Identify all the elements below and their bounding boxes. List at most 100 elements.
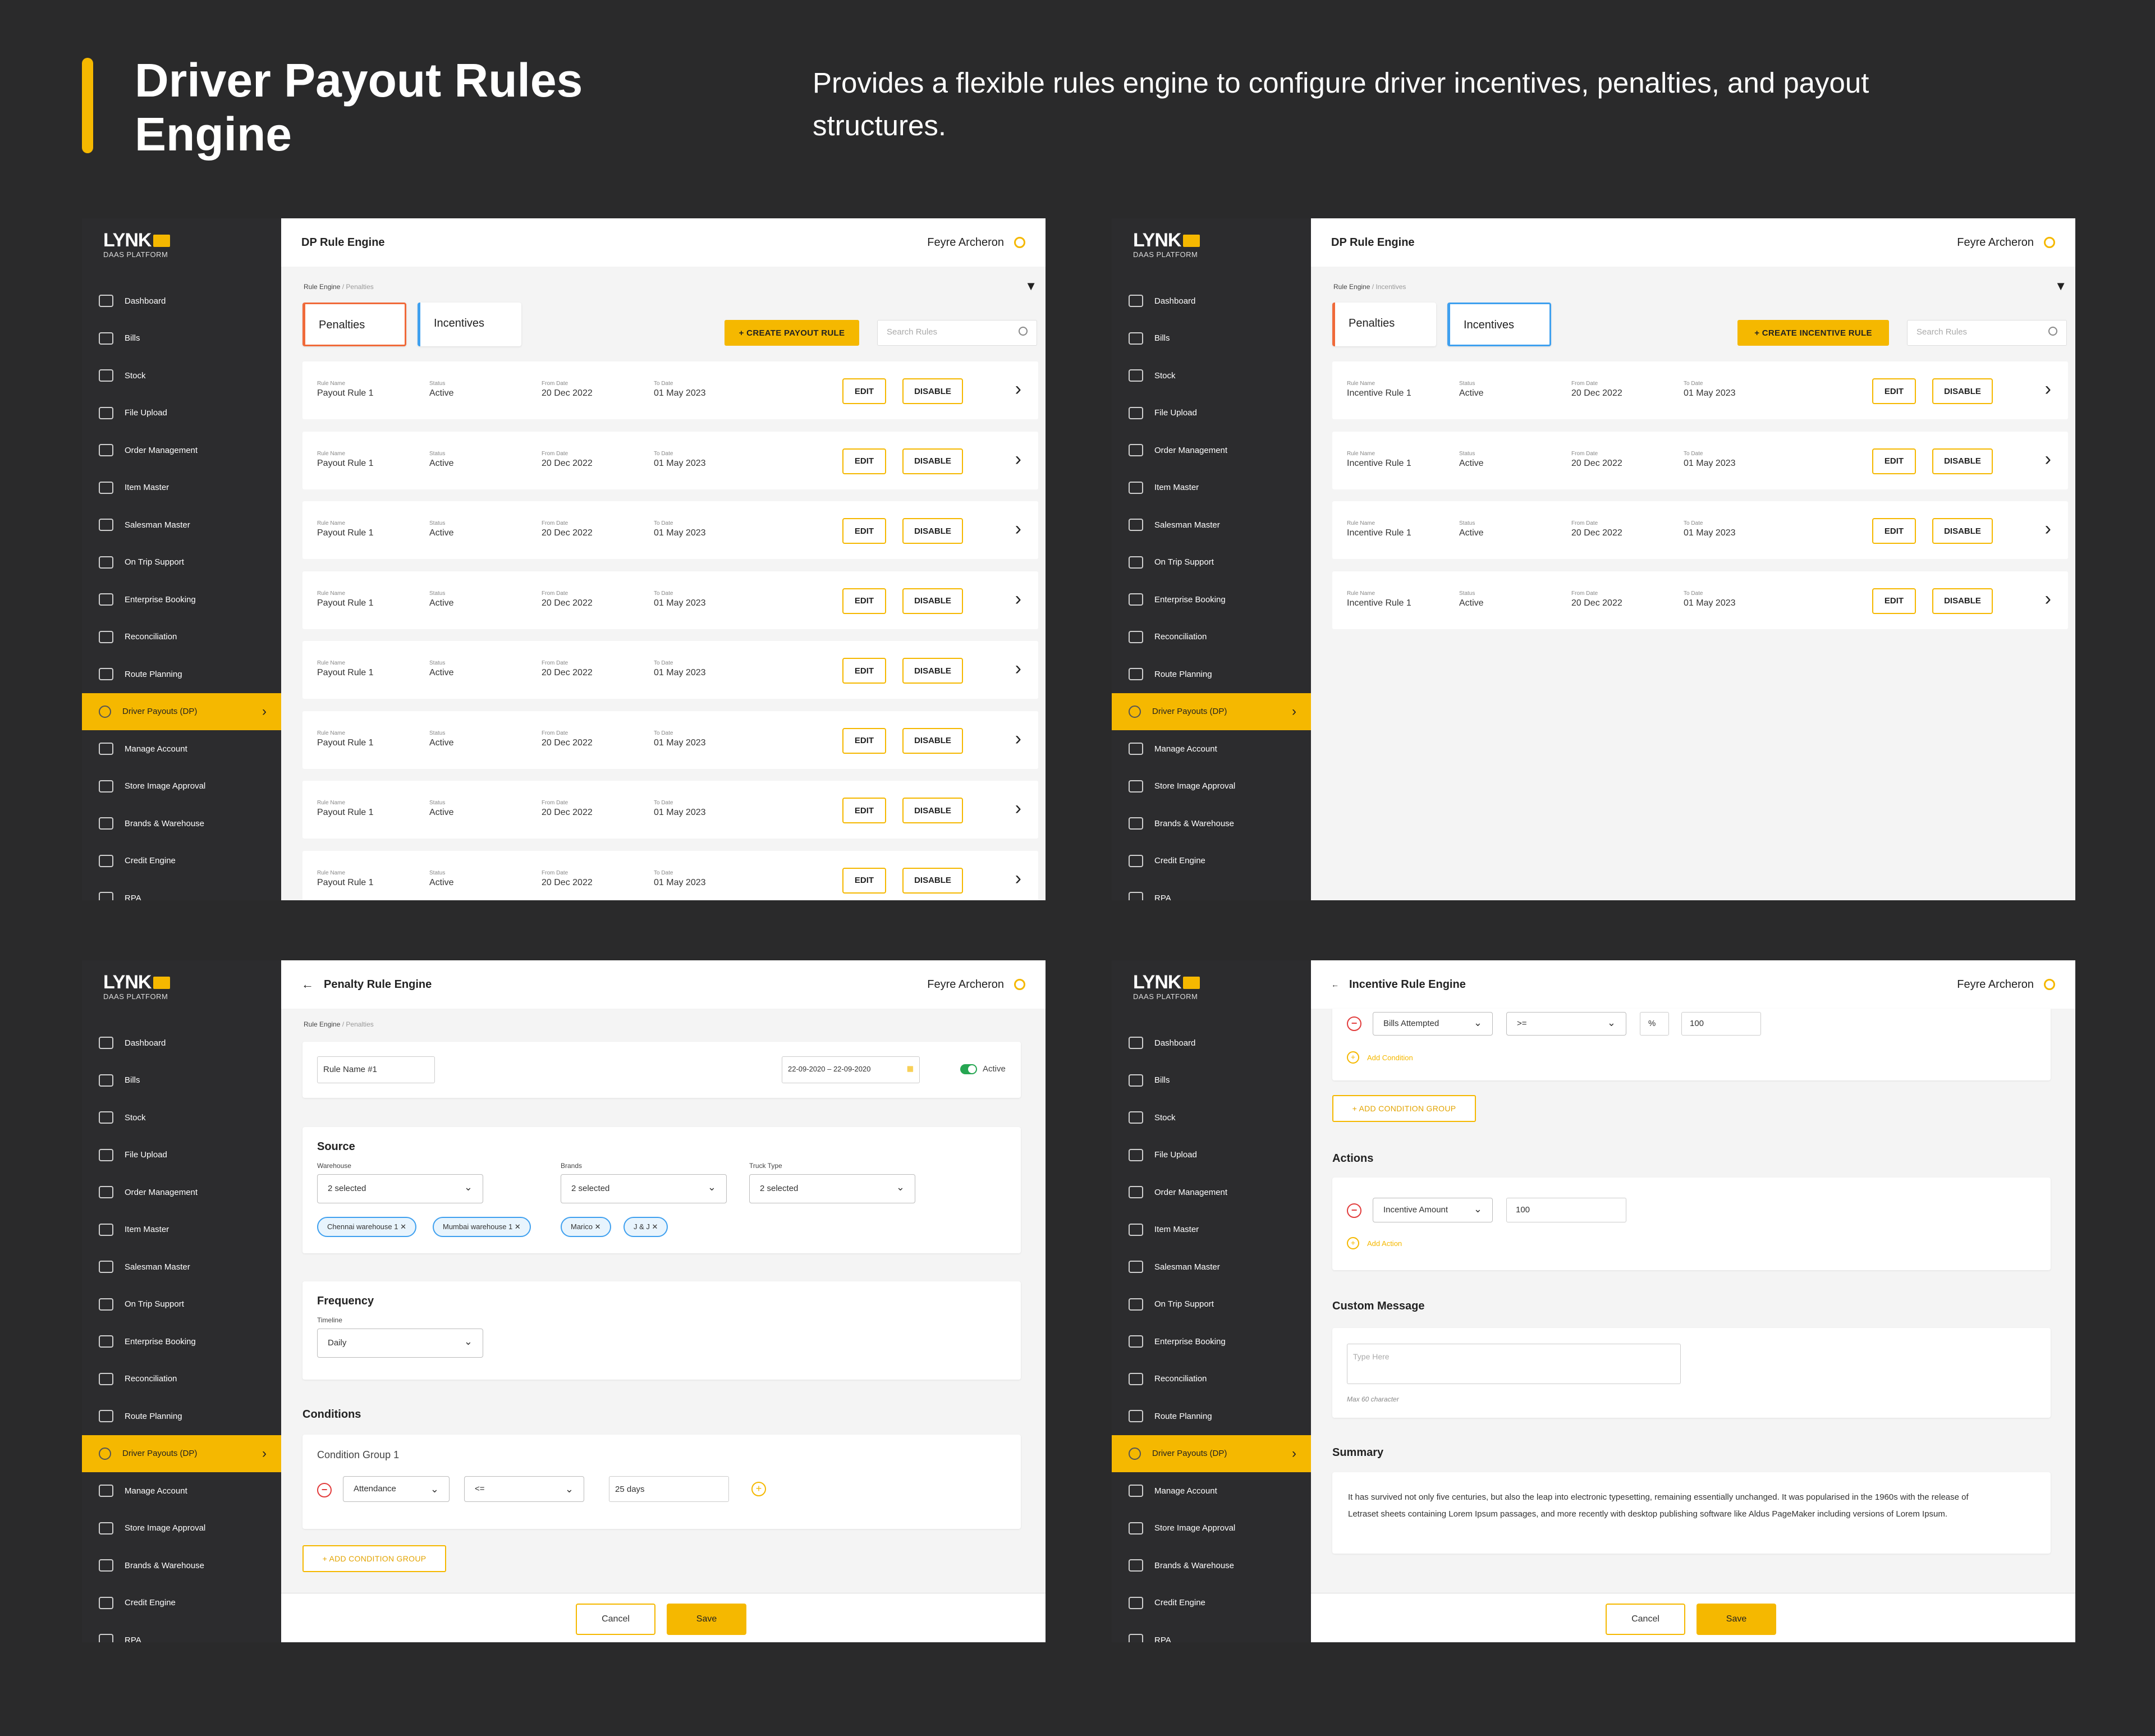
sidebar-item-route-planning[interactable]: Route Planning	[82, 656, 281, 693]
lynk-logo[interactable]: LYNK DAAS PLATFORM	[1133, 230, 1200, 259]
chevron-right-icon[interactable]: ›	[1015, 448, 1021, 470]
chip-chennai[interactable]: Chennai warehouse 1 ✕	[317, 1217, 417, 1237]
chevron-right-icon[interactable]: ›	[2045, 448, 2051, 470]
edit-button[interactable]: EDIT	[842, 448, 886, 474]
condition-value-input[interactable]: 25 days	[609, 1476, 729, 1502]
chevron-right-icon[interactable]: ›	[2045, 518, 2051, 540]
sidebar-item-credit-engine[interactable]: Credit Engine	[82, 842, 281, 880]
lynk-logo[interactable]: LYNK DAAS PLATFORM	[1133, 972, 1200, 1001]
sidebar-item-salesman-master[interactable]: Salesman Master	[1112, 506, 1311, 544]
lynk-logo[interactable]: LYNK DAAS PLATFORM	[103, 230, 171, 259]
sidebar-item-enterprise-booking[interactable]: Enterprise Booking	[82, 1323, 281, 1361]
action-type-select[interactable]: Incentive Amount ⌄	[1373, 1198, 1493, 1222]
sidebar-item-dashboard[interactable]: Dashboard	[1112, 282, 1311, 320]
sidebar-item-stock[interactable]: Stock	[1112, 1099, 1311, 1137]
disable-button[interactable]: DISABLE	[1932, 448, 1993, 474]
sidebar-item-driver-payouts-dp[interactable]: Driver Payouts (DP) ›	[82, 693, 281, 730]
add-condition-link[interactable]: Add Condition	[1367, 1053, 1413, 1062]
sidebar-item-order-management[interactable]: Order Management	[82, 432, 281, 469]
operator-select[interactable]: <= ⌄	[464, 1476, 584, 1502]
active-toggle[interactable]	[960, 1064, 977, 1074]
sidebar-item-item-master[interactable]: Item Master	[82, 1211, 281, 1249]
action-value-input[interactable]: 100	[1506, 1198, 1626, 1222]
sidebar-item-reconciliation[interactable]: Reconciliation	[1112, 1361, 1311, 1398]
breadcrumb-root[interactable]: Rule Engine	[304, 283, 340, 291]
sidebar-item-brands-warehouse[interactable]: Brands & Warehouse	[82, 1547, 281, 1584]
sidebar-item-stock[interactable]: Stock	[1112, 357, 1311, 395]
save-button[interactable]: Save	[1697, 1604, 1776, 1635]
disable-button[interactable]: DISABLE	[902, 518, 963, 544]
logout-icon[interactable]	[1014, 979, 1025, 990]
condition-value-input[interactable]: 100	[1681, 1012, 1761, 1036]
sidebar-item-rpa[interactable]: RPA	[82, 1622, 281, 1642]
user-menu[interactable]: Feyre Archeron	[1957, 236, 2055, 249]
sidebar-item-file-upload[interactable]: File Upload	[82, 395, 281, 432]
back-arrow-icon[interactable]: ←	[301, 977, 314, 992]
unit-select[interactable]: %	[1640, 1012, 1669, 1036]
sidebar-item-brands-warehouse[interactable]: Brands & Warehouse	[1112, 1547, 1311, 1584]
sidebar-item-enterprise-booking[interactable]: Enterprise Booking	[1112, 581, 1311, 619]
sidebar-item-credit-engine[interactable]: Credit Engine	[82, 1584, 281, 1622]
sidebar-item-stock[interactable]: Stock	[82, 1099, 281, 1137]
add-condition-group-button[interactable]: + ADD CONDITION GROUP	[1332, 1095, 1476, 1122]
tab-penalties[interactable]: Penalties	[302, 303, 406, 346]
sidebar-item-salesman-master[interactable]: Salesman Master	[82, 506, 281, 544]
edit-button[interactable]: EDIT	[842, 798, 886, 823]
sidebar-item-store-image-approval[interactable]: Store Image Approval	[1112, 1510, 1311, 1547]
create-payout-rule-button[interactable]: + CREATE PAYOUT RULE	[725, 320, 859, 346]
sidebar-item-driver-payouts-dp[interactable]: Driver Payouts (DP) ›	[1112, 693, 1311, 730]
brands-select[interactable]: 2 selected ⌄	[561, 1174, 727, 1203]
edit-button[interactable]: EDIT	[1872, 378, 1916, 404]
tab-penalties[interactable]: Penalties	[1332, 303, 1436, 346]
close-icon[interactable]: ✕	[595, 1222, 601, 1231]
operator-select[interactable]: >= ⌄	[1506, 1012, 1626, 1036]
sidebar-item-bills[interactable]: Bills	[82, 1062, 281, 1100]
sidebar-item-store-image-approval[interactable]: Store Image Approval	[1112, 768, 1311, 805]
sidebar-item-route-planning[interactable]: Route Planning	[1112, 1398, 1311, 1435]
chevron-right-icon[interactable]: ›	[2045, 378, 2051, 400]
disable-button[interactable]: DISABLE	[1932, 378, 1993, 404]
sidebar-item-dashboard[interactable]: Dashboard	[1112, 1024, 1311, 1062]
chevron-right-icon[interactable]: ›	[1015, 728, 1021, 750]
add-condition-icon[interactable]: +	[1347, 1051, 1359, 1064]
add-condition-group-button[interactable]: + ADD CONDITION GROUP	[302, 1545, 446, 1572]
sidebar-item-order-management[interactable]: Order Management	[82, 1174, 281, 1211]
disable-button[interactable]: DISABLE	[1932, 588, 1993, 614]
metric-select[interactable]: Bills Attempted ⌄	[1373, 1012, 1493, 1036]
chevron-right-icon[interactable]: ›	[1015, 518, 1021, 540]
chevron-right-icon[interactable]: ›	[1015, 798, 1021, 819]
sidebar-item-item-master[interactable]: Item Master	[1112, 1211, 1311, 1249]
logout-icon[interactable]	[2044, 237, 2055, 248]
sidebar-item-order-management[interactable]: Order Management	[1112, 1174, 1311, 1211]
add-action-link[interactable]: Add Action	[1367, 1239, 1402, 1248]
disable-button[interactable]: DISABLE	[902, 448, 963, 474]
sidebar-item-store-image-approval[interactable]: Store Image Approval	[82, 768, 281, 805]
custom-message-input[interactable]: Type Here	[1347, 1344, 1681, 1384]
sidebar-item-brands-warehouse[interactable]: Brands & Warehouse	[1112, 805, 1311, 842]
sidebar-item-route-planning[interactable]: Route Planning	[82, 1398, 281, 1435]
close-icon[interactable]: ✕	[652, 1222, 658, 1231]
chevron-right-icon[interactable]: ›	[1015, 868, 1021, 890]
sidebar-item-manage-account[interactable]: Manage Account	[82, 730, 281, 768]
sidebar-item-bills[interactable]: Bills	[1112, 320, 1311, 358]
edit-button[interactable]: EDIT	[1872, 518, 1916, 544]
rule-name-input[interactable]: Rule Name #1	[317, 1056, 435, 1083]
sidebar-item-file-upload[interactable]: File Upload	[82, 1137, 281, 1174]
disable-button[interactable]: DISABLE	[902, 798, 963, 823]
create-incentive-rule-button[interactable]: + CREATE INCENTIVE RULE	[1737, 320, 1889, 346]
sidebar-item-enterprise-booking[interactable]: Enterprise Booking	[1112, 1323, 1311, 1361]
sidebar-item-on-trip-support[interactable]: On Trip Support	[1112, 544, 1311, 581]
sidebar-item-on-trip-support[interactable]: On Trip Support	[82, 1286, 281, 1323]
edit-button[interactable]: EDIT	[842, 518, 886, 544]
chevron-right-icon[interactable]: ›	[2045, 588, 2051, 610]
truck-type-select[interactable]: 2 selected ⌄	[749, 1174, 915, 1203]
sidebar-item-dashboard[interactable]: Dashboard	[82, 282, 281, 320]
metric-select[interactable]: Attendance ⌄	[343, 1476, 450, 1502]
sidebar-item-store-image-approval[interactable]: Store Image Approval	[82, 1510, 281, 1547]
filter-icon[interactable]: ▼	[1025, 279, 1037, 294]
edit-button[interactable]: EDIT	[1872, 588, 1916, 614]
sidebar-item-salesman-master[interactable]: Salesman Master	[82, 1248, 281, 1286]
chip-jj[interactable]: J & J ✕	[623, 1217, 668, 1237]
sidebar-item-dashboard[interactable]: Dashboard	[82, 1024, 281, 1062]
sidebar-item-rpa[interactable]: RPA	[1112, 880, 1311, 900]
